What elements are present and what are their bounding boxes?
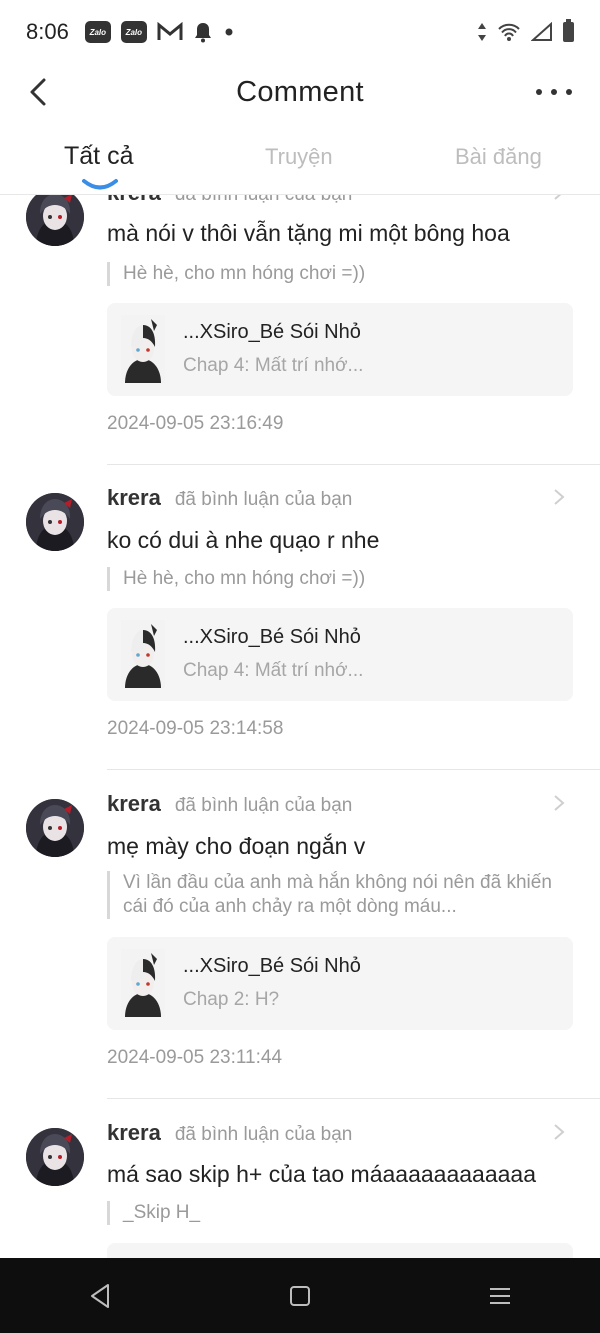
bell-icon (194, 23, 211, 43)
home-square-icon (290, 1285, 310, 1306)
zalo-icon: Zalo (120, 21, 147, 43)
chapter-title: Chap 4: Mất trí nhớ... (183, 660, 364, 681)
divider (107, 769, 600, 770)
divider (107, 1098, 600, 1099)
comment-action: đã bình luận của bạn (174, 795, 353, 816)
battery-icon (563, 19, 574, 42)
active-tab-indicator (82, 179, 118, 190)
quoted-comment: Hè hè, cho mn hóng chơi =)) (107, 262, 563, 286)
gmail-icon (157, 22, 183, 40)
comment-text: mà nói v thôi vẫn tặng mi một bông hoa (107, 220, 510, 246)
chapter-title: Chap 4: Mất trí nhớ... (183, 355, 364, 376)
chevron-left-icon (30, 78, 46, 106)
comment-action: đã bình luận của bạn (174, 1124, 353, 1145)
comment-text: má sao skip h+ của tao máaaaaaaaaaaaa (107, 1161, 537, 1187)
chevron-right-icon[interactable] (552, 195, 566, 202)
comment-header: krera đã bình luận của bạn (107, 1120, 352, 1146)
user-name[interactable]: krera (107, 1120, 161, 1146)
back-button[interactable] (24, 74, 60, 110)
tab-all[interactable]: Tất cả (64, 142, 133, 171)
status-bar: 8:06 Zalo Zalo (0, 0, 600, 64)
back-triangle-icon (91, 1283, 109, 1308)
avatar[interactable] (26, 195, 84, 246)
story-thumbnail (121, 315, 165, 383)
tab-bar: Tất cả Truyện Bài đăng (0, 126, 600, 195)
chevron-right-icon[interactable] (552, 793, 566, 813)
user-name[interactable]: krera (107, 791, 161, 817)
nav-back-button[interactable] (80, 1276, 120, 1316)
tab-posts[interactable]: Bài đăng (455, 144, 542, 170)
comment-action: đã bình luận của bạn (174, 489, 353, 510)
comment-timestamp: 2024-09-05 23:11:44 (107, 1047, 283, 1068)
quoted-comment: Vì lần đầu của anh mà hắn không nói nên … (107, 871, 563, 919)
page-title: Comment (236, 75, 364, 108)
avatar[interactable] (26, 493, 84, 551)
zalo-icon: Zalo (84, 21, 111, 43)
story-title: ...XSiro_Bé Sói Nhỏ (183, 321, 361, 343)
avatar[interactable] (26, 799, 84, 857)
story-card[interactable]: ...XSiro_Bé Sói Nhỏ Chap 2: H? (107, 937, 573, 1030)
menu-lines-icon (490, 1287, 510, 1304)
user-name[interactable]: krera (107, 195, 161, 206)
signal-icon (531, 22, 552, 41)
nav-menu-button[interactable] (480, 1276, 520, 1316)
comment-header: krera đã bình luận của bạn (107, 485, 352, 511)
comment-action: đã bình luận của bạn (175, 195, 353, 206)
comment-text: ko có dui à nhe quạo r nhe (107, 527, 380, 553)
quoted-comment: Hè hè, cho mn hóng chơi =)) (107, 567, 563, 591)
comment-timestamp: 2024-09-05 23:16:49 (107, 413, 284, 434)
more-dots-icon (536, 89, 542, 95)
top-app-bar: Comment (0, 64, 600, 120)
comment-text: mẹ mày cho đoạn ngắn v (107, 833, 366, 859)
system-nav-bar (0, 1258, 600, 1333)
nav-home-button[interactable] (280, 1276, 320, 1316)
story-thumbnail (121, 620, 165, 688)
chevron-right-icon[interactable] (552, 487, 566, 507)
system-icons (477, 19, 574, 42)
comment-timestamp: 2024-09-05 23:14:58 (107, 718, 284, 739)
story-title: ...XSiro_Bé Sói Nhỏ (183, 955, 361, 977)
comment-list[interactable]: krera đã bình luận của bạn mà nói v thôi… (0, 195, 600, 1258)
avatar[interactable] (26, 1128, 84, 1186)
user-name[interactable]: krera (107, 485, 161, 511)
story-card[interactable]: ...XSiro_Bé Sói Nhỏ Chap 4: Mất trí nhớ.… (107, 608, 573, 701)
story-thumbnail (121, 949, 165, 1017)
data-arrows-icon (478, 23, 486, 41)
story-title: ...XSiro_Bé Sói Nhỏ (183, 626, 361, 648)
divider (107, 464, 600, 465)
tab-stories[interactable]: Truyện (265, 144, 333, 170)
comment-header: krera đã bình luận của bạn (107, 195, 352, 206)
wifi-icon (498, 23, 520, 41)
notification-icons: Zalo Zalo (84, 21, 235, 43)
status-time: 8:06 (26, 19, 69, 44)
more-options-button[interactable] (536, 78, 572, 106)
dot-icon (225, 28, 233, 36)
story-card[interactable]: ...XSiro_Bé Sói Nhỏ Chap 4: Mất trí nhớ.… (107, 303, 573, 396)
chapter-title: Chap 2: H? (183, 989, 280, 1010)
comment-header: krera đã bình luận của bạn (107, 791, 352, 817)
quoted-comment: _Skip H_ (107, 1201, 563, 1225)
story-card[interactable] (107, 1243, 573, 1258)
chevron-right-icon[interactable] (552, 1122, 566, 1142)
